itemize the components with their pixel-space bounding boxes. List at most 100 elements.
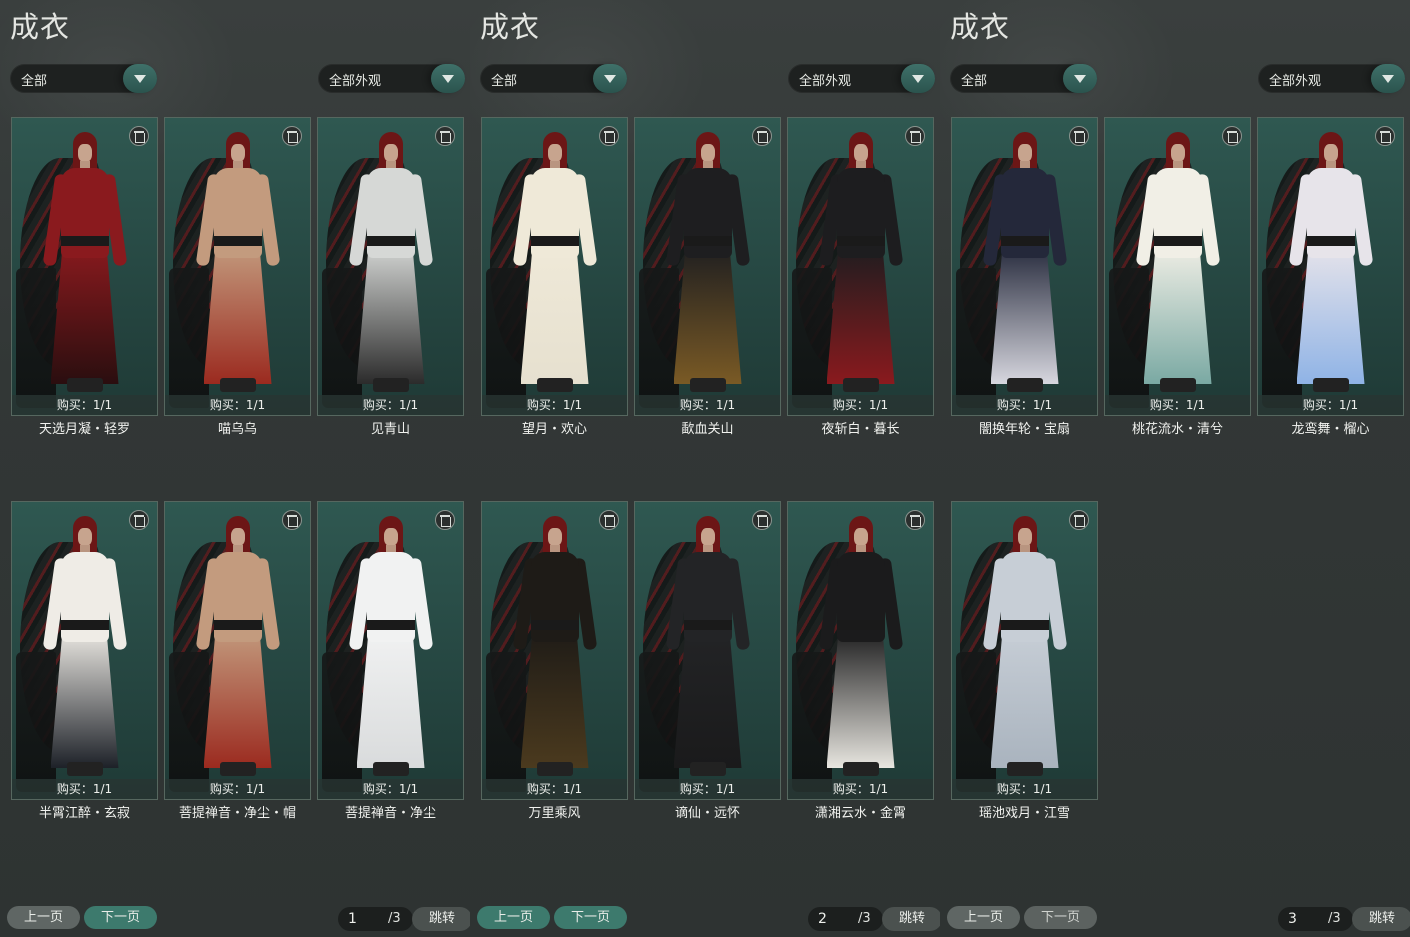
cape-backdrop	[639, 268, 679, 408]
trash-icon[interactable]	[129, 126, 149, 146]
figure-boots	[1006, 762, 1043, 776]
category-dropdown[interactable]: 全部	[950, 64, 1097, 93]
outfit-card[interactable]: 购买：1/1	[481, 117, 628, 416]
outfit-card[interactable]: 购买：1/1	[634, 501, 781, 800]
figure-boots	[536, 378, 573, 392]
purchase-count: 购买：1/1	[952, 779, 1097, 799]
outfit-card[interactable]: 购买：1/1	[787, 117, 934, 416]
purchase-count: 购买：1/1	[318, 779, 463, 799]
figure-boots	[689, 378, 726, 392]
outfit-name: 半霄江醉・玄寂	[38, 806, 130, 821]
page-input[interactable]: 1/3	[338, 907, 413, 931]
appearance-dropdown[interactable]: 全部外观	[788, 64, 935, 93]
current-page[interactable]: 3	[1288, 911, 1297, 927]
figure-belt	[60, 236, 109, 246]
trash-icon[interactable]	[1069, 126, 1089, 146]
prev-page-button[interactable]: 上一页	[7, 906, 80, 929]
figure-boots	[219, 762, 256, 776]
appearance-dropdown[interactable]: 全部外观	[318, 64, 465, 93]
next-page-button[interactable]: 下一页	[84, 906, 157, 929]
chevron-down-icon[interactable]	[1371, 64, 1405, 93]
figure-face	[700, 528, 715, 546]
figure-face	[77, 528, 92, 546]
trash-icon[interactable]	[1069, 510, 1089, 530]
jump-button[interactable]: 跳转	[1352, 907, 1410, 931]
prev-page-button[interactable]: 上一页	[947, 906, 1020, 929]
page-input[interactable]: 2/3	[808, 907, 883, 931]
outfit-card[interactable]: 购买：1/1	[317, 117, 464, 416]
category-dropdown[interactable]: 全部	[10, 64, 157, 93]
figure-boots	[66, 762, 103, 776]
page-input[interactable]: 3/3	[1278, 907, 1353, 931]
current-page[interactable]: 1	[348, 911, 357, 927]
figure-face	[700, 144, 715, 162]
outfit-card[interactable]: 购买：1/1	[1257, 117, 1404, 416]
outfit-card[interactable]: 购买：1/1	[11, 117, 158, 416]
chevron-down-icon[interactable]	[1063, 64, 1097, 93]
outfit-card[interactable]: 购买：1/1	[164, 501, 311, 800]
trash-icon[interactable]	[599, 126, 619, 146]
trash-icon[interactable]	[1222, 126, 1242, 146]
prev-page-button[interactable]: 上一页	[477, 906, 550, 929]
next-page-button[interactable]: 下一页	[554, 906, 627, 929]
cape-backdrop	[1109, 268, 1149, 408]
trash-icon[interactable]	[282, 126, 302, 146]
trash-icon[interactable]	[752, 126, 772, 146]
figure-belt	[1000, 236, 1049, 246]
trash-icon[interactable]	[282, 510, 302, 530]
panel-title: 成衣	[950, 10, 1011, 44]
figure-face	[547, 144, 562, 162]
cape-backdrop	[792, 652, 832, 792]
cape-backdrop	[16, 652, 56, 792]
outfit-name: 菩提禅音・净尘・帽	[178, 806, 296, 821]
jump-button[interactable]: 跳转	[412, 907, 470, 931]
outfit-name: 见青山	[370, 422, 410, 437]
trash-icon[interactable]	[599, 510, 619, 530]
trash-icon[interactable]	[905, 126, 925, 146]
figure-belt	[60, 620, 109, 630]
outfit-card[interactable]: 购买：1/1	[317, 501, 464, 800]
chevron-down-icon[interactable]	[431, 64, 465, 93]
figure-face	[853, 528, 868, 546]
figure-boots	[1006, 378, 1043, 392]
next-page-button[interactable]: 下一页	[1024, 906, 1097, 929]
outfit-card[interactable]: 购买：1/1	[1104, 117, 1251, 416]
trash-icon[interactable]	[905, 510, 925, 530]
outfit-name: 望月・欢心	[521, 422, 587, 437]
outfit-card[interactable]: 购买：1/1	[951, 117, 1098, 416]
figure-face	[1017, 144, 1032, 162]
outfit-card[interactable]: 购买：1/1	[951, 501, 1098, 800]
dropdown-value: 全部	[21, 74, 48, 89]
cape-backdrop	[792, 268, 832, 408]
current-page[interactable]: 2	[818, 911, 827, 927]
figure-boots	[372, 762, 409, 776]
figure-face	[230, 144, 245, 162]
outfit-card[interactable]: 购买：1/1	[11, 501, 158, 800]
trash-icon[interactable]	[435, 510, 455, 530]
jump-button[interactable]: 跳转	[882, 907, 940, 931]
outfit-gallery: 成衣 全部 全部外观 购买：1/1 天选月凝・轻罗 购买：1/1 喵乌乌 购买：1/1 见青山购…	[0, 0, 1410, 937]
trash-icon[interactable]	[129, 510, 149, 530]
chevron-down-icon[interactable]	[593, 64, 627, 93]
panel-title: 成衣	[10, 10, 71, 44]
dropdown-value: 全部外观	[799, 74, 852, 89]
category-dropdown[interactable]: 全部	[480, 64, 627, 93]
total-pages: /3	[1328, 911, 1341, 926]
outfit-card[interactable]: 购买：1/1	[481, 501, 628, 800]
trash-icon[interactable]	[435, 126, 455, 146]
cape-backdrop	[486, 268, 526, 408]
outfit-name: 潇湘云水・金霄	[814, 806, 906, 821]
chevron-down-icon[interactable]	[123, 64, 157, 93]
outfit-card[interactable]: 购买：1/1	[787, 501, 934, 800]
purchase-count: 购买：1/1	[165, 395, 310, 415]
trash-icon[interactable]	[1375, 126, 1395, 146]
figure-belt	[213, 236, 262, 246]
outfit-card[interactable]: 购买：1/1	[634, 117, 781, 416]
trash-icon[interactable]	[752, 510, 772, 530]
outfit-card[interactable]: 购买：1/1	[164, 117, 311, 416]
appearance-dropdown[interactable]: 全部外观	[1258, 64, 1405, 93]
figure-belt	[213, 620, 262, 630]
cape-backdrop	[16, 268, 56, 408]
total-pages: /3	[858, 911, 871, 926]
chevron-down-icon[interactable]	[901, 64, 935, 93]
